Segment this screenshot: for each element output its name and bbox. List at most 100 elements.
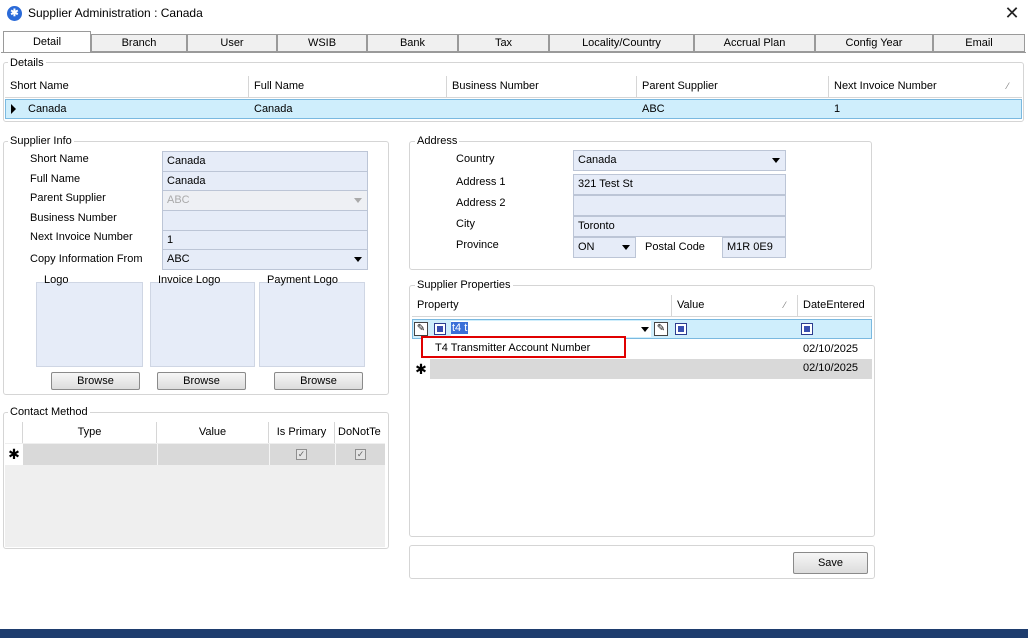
chevron-down-icon [772,158,780,163]
tab-detail[interactable]: Detail [3,31,91,53]
taskbar-strip [0,629,1028,638]
edit-value-icon[interactable]: ✎ [654,322,668,336]
full-name-field[interactable]: Canada [162,171,368,192]
short-name-label: Short Name [30,153,89,165]
col-business-number[interactable]: Business Number [447,76,637,97]
contact-method-grid: Type Value Is Primary DoNotTe ✱ ✓ ✓ [5,422,385,547]
address1-field[interactable]: 321 Test St [573,174,786,195]
date-entered-cell: 02/10/2025 [803,343,859,355]
new-row[interactable]: ✱ ✓ ✓ [5,444,385,465]
title-bar: ✱ Supplier Administration : Canada ✕ [0,0,1028,28]
contact-grid-header: Type Value Is Primary DoNotTe [5,422,385,443]
parent-supplier-label: Parent Supplier [30,192,106,204]
next-invoice-number-label: Next Invoice Number [30,231,133,243]
full-name-label: Full Name [30,173,81,185]
short-name-field[interactable]: Canada [162,151,368,172]
col-do-not-text[interactable]: DoNotTe [335,422,385,443]
business-number-field[interactable] [162,210,368,231]
select-icon[interactable] [801,323,813,335]
city-label: City [456,218,475,230]
do-not-text-checkbox[interactable]: ✓ [355,449,366,460]
chevron-down-icon[interactable] [641,327,649,332]
header-row-selector [5,422,23,443]
cell-parent-supplier: ABC [642,103,665,115]
tab-accrual-plan[interactable]: Accrual Plan [694,34,815,52]
tab-tax[interactable]: Tax [458,34,549,52]
new-row[interactable]: ✱ 02/10/2025 [412,359,872,379]
edit-row-icon: ✎ [414,322,428,336]
payment-logo-image-box[interactable] [259,282,365,367]
tab-email[interactable]: Email [933,34,1025,52]
address2-field[interactable] [573,195,786,216]
col-value[interactable]: Value [672,295,798,316]
close-icon[interactable]: ✕ [998,2,1026,24]
property-dropdown[interactable]: T4 Transmitter Account Number [421,336,626,358]
logo-browse-button[interactable]: Browse [51,372,140,390]
chevron-down-icon [354,257,362,262]
address2-label: Address 2 [456,197,506,209]
col-type[interactable]: Type [23,422,157,443]
logo-image-box[interactable] [36,282,143,367]
col-next-invoice-number[interactable]: Next Invoice Number [829,76,1022,97]
table-row[interactable]: Canada Canada ABC 1 [5,99,1022,119]
invoice-logo-browse-button[interactable]: Browse [157,372,246,390]
properties-grid-header: Property Value ⁄ DateEntered [412,295,872,317]
col-is-primary[interactable]: Is Primary [269,422,335,443]
app-logo-icon: ✱ [7,6,22,21]
next-invoice-number-field[interactable]: 1 [162,230,368,251]
address1-label: Address 1 [456,176,506,188]
postal-code-label: Postal Code [645,241,705,253]
supplier-info-legend: Supplier Info [8,135,74,147]
cell-next-invoice-number: 1 [834,103,841,115]
business-number-label: Business Number [30,212,117,224]
col-parent-supplier[interactable]: Parent Supplier [637,76,829,97]
chevron-down-icon [354,198,362,203]
payment-logo-browse-button[interactable]: Browse [274,372,363,390]
is-primary-checkbox[interactable]: ✓ [296,449,307,460]
dropdown-item-t4-transmitter[interactable]: T4 Transmitter Account Number [435,341,590,355]
tab-locality-country[interactable]: Locality/Country [549,34,694,52]
invoice-logo-image-box[interactable] [150,282,255,367]
property-combo[interactable]: t4 t [451,321,651,337]
city-field[interactable]: Toronto [573,216,786,237]
row-indicator-icon [11,104,16,114]
tab-config-year[interactable]: Config Year [815,34,933,52]
col-date-entered[interactable]: DateEntered [798,295,872,316]
property-combo-text: t4 t [451,322,469,334]
divider [157,444,158,465]
details-legend: Details [8,57,46,69]
tab-panel-border [1,52,1026,53]
country-select[interactable]: Canada [573,150,786,171]
country-value: Canada [578,154,617,166]
sort-icon: ⁄ [1007,81,1009,91]
details-grid-header: Short Name Full Name Business Number Par… [5,76,1022,98]
divider [335,444,336,465]
tab-wsib[interactable]: WSIB [277,34,367,52]
sort-icon: ⁄ [784,300,786,310]
tab-user[interactable]: User [187,34,277,52]
save-button[interactable]: Save [793,552,868,574]
date-entered-cell: 02/10/2025 [803,362,859,374]
new-row-asterisk-icon: ✱ [5,444,23,465]
col-short-name[interactable]: Short Name [5,76,249,97]
postal-code-field[interactable]: M1R 0E9 [722,237,786,258]
invoice-logo-label: Invoice Logo [158,274,221,286]
copy-information-from-value: ABC [167,253,190,265]
copy-information-from-select[interactable]: ABC [162,249,368,270]
cell-business-number [447,100,452,118]
copy-information-from-label: Copy Information From [30,253,143,265]
province-select[interactable]: ON [573,237,636,258]
supplier-properties-legend: Supplier Properties [415,279,513,291]
province-value: ON [578,241,595,253]
parent-supplier-value: ABC [167,194,190,206]
new-row-asterisk-icon: ✱ [412,359,430,379]
select-icon[interactable] [675,323,687,335]
col-property[interactable]: Property [412,295,672,316]
tab-bank[interactable]: Bank [367,34,458,52]
select-icon[interactable] [434,323,446,335]
col-value[interactable]: Value [157,422,269,443]
parent-supplier-select: ABC [162,190,368,211]
province-label: Province [456,239,499,251]
col-full-name[interactable]: Full Name [249,76,447,97]
tab-branch[interactable]: Branch [91,34,187,52]
